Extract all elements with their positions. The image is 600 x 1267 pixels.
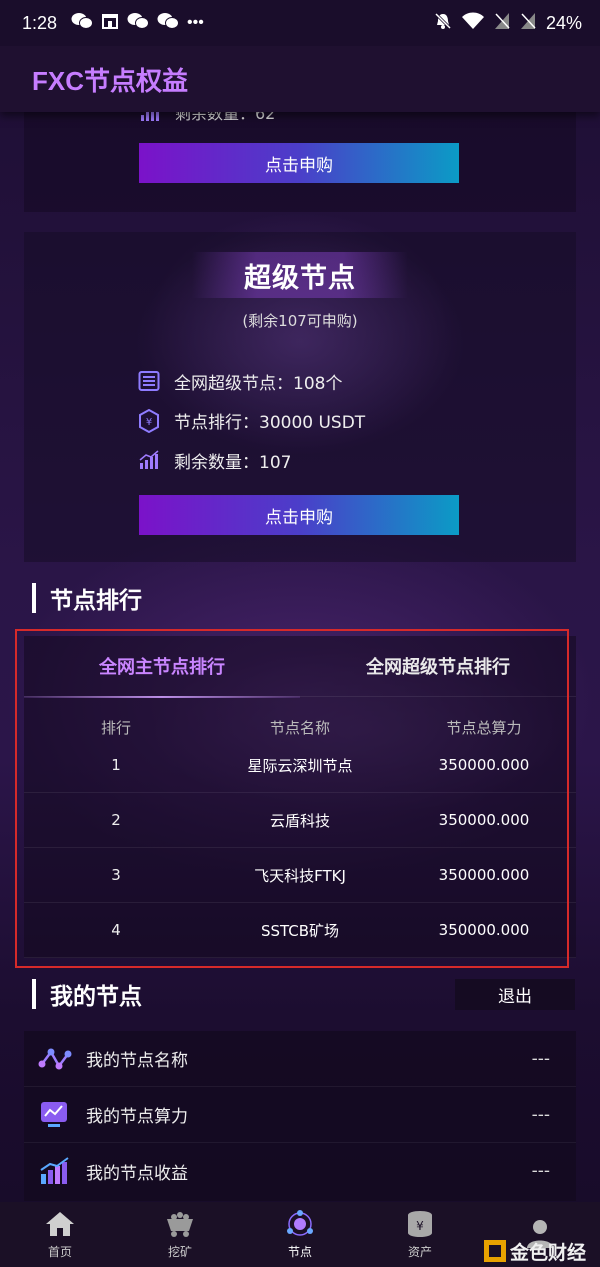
more-dots-icon: ••• [187,14,204,31]
nav-mining[interactable]: 挖矿 [120,1202,240,1267]
info-row-total: 全网超级节点：108个 [138,368,342,394]
node-icon [284,1209,316,1239]
signal-off-icon [494,12,510,35]
wechat-icon [71,12,94,35]
battery-level: 24% [545,12,582,33]
coin-stack-icon: ¥ [404,1209,436,1239]
super-node-title: 超级节点 [192,252,408,298]
wechat-icon [127,12,150,35]
wifi-icon [461,12,484,35]
my-node-earnings-label: 我的节点收益 [86,1163,188,1184]
nav-assets[interactable]: ¥ 资产 [360,1202,480,1267]
list-item: 我的节点名称 --- [24,1031,576,1087]
super-node-subtitle: (剩余107可申购) [242,312,358,330]
svg-text:¥: ¥ [416,1219,424,1233]
my-node-name-label: 我的节点名称 [86,1051,188,1071]
nav-home[interactable]: 首页 [0,1202,120,1267]
logout-button[interactable]: 退出 [455,979,575,1010]
yen-shield-icon: ¥ [138,408,160,434]
status-right: 24% [434,12,582,35]
my-node-earnings-value: --- [531,1161,550,1181]
watermark: 金色财经 [484,1238,586,1264]
list-icon [138,370,160,392]
my-node-name-value: --- [531,1048,550,1069]
list-item: 我的节点收益 --- [24,1143,576,1199]
list-item: 我的节点算力 --- [24,1087,576,1143]
status-bar: 1:28 ••• 24% [0,0,600,46]
network-icon [38,1044,72,1074]
info-label-total: 全网超级节点：108个 [174,373,343,394]
info-label-remaining: 剩余数量：107 [174,452,292,473]
nav-home-label: 首页 [47,1245,72,1259]
info-row-remaining: 剩余数量：107 [138,447,291,473]
app-header: FXC节点权益 [0,46,600,112]
jinse-logo-icon [484,1240,506,1262]
nav-node-label: 节点 [287,1245,312,1259]
home-icon [44,1209,76,1239]
page-title: FXC节点权益 [32,65,189,96]
svg-text:¥: ¥ [146,417,152,428]
super-subscribe-button[interactable]: 点击申购 [139,495,459,535]
info-row-price: ¥ 节点排行：30000 USDT [138,407,366,434]
bar-growth-icon [138,449,160,471]
store-icon [101,12,119,35]
mute-bell-icon [434,12,452,35]
watermark-text: 金色财经 [510,1242,587,1264]
nav-mining-label: 挖矿 [167,1245,192,1259]
my-node-power-label: 我的节点算力 [86,1107,188,1127]
ranking-section-title: 节点排行 [32,583,142,614]
my-nodes-section-title: 我的节点 [32,979,142,1010]
signal-off-icon [520,12,536,35]
nav-assets-label: 资产 [407,1245,432,1259]
highlight-box [15,629,569,968]
my-node-power-value: --- [531,1104,550,1125]
status-time: 1:28 [22,12,58,33]
chart-monitor-icon [38,1100,72,1130]
subscribe-button[interactable]: 点击申购 [139,143,459,183]
bar-chart-icon [38,1156,72,1186]
mining-cart-icon [164,1209,196,1239]
wechat-icon [157,12,180,35]
info-label-price: 节点排行：30000 USDT [174,412,366,433]
nav-node[interactable]: 节点 [240,1202,360,1267]
